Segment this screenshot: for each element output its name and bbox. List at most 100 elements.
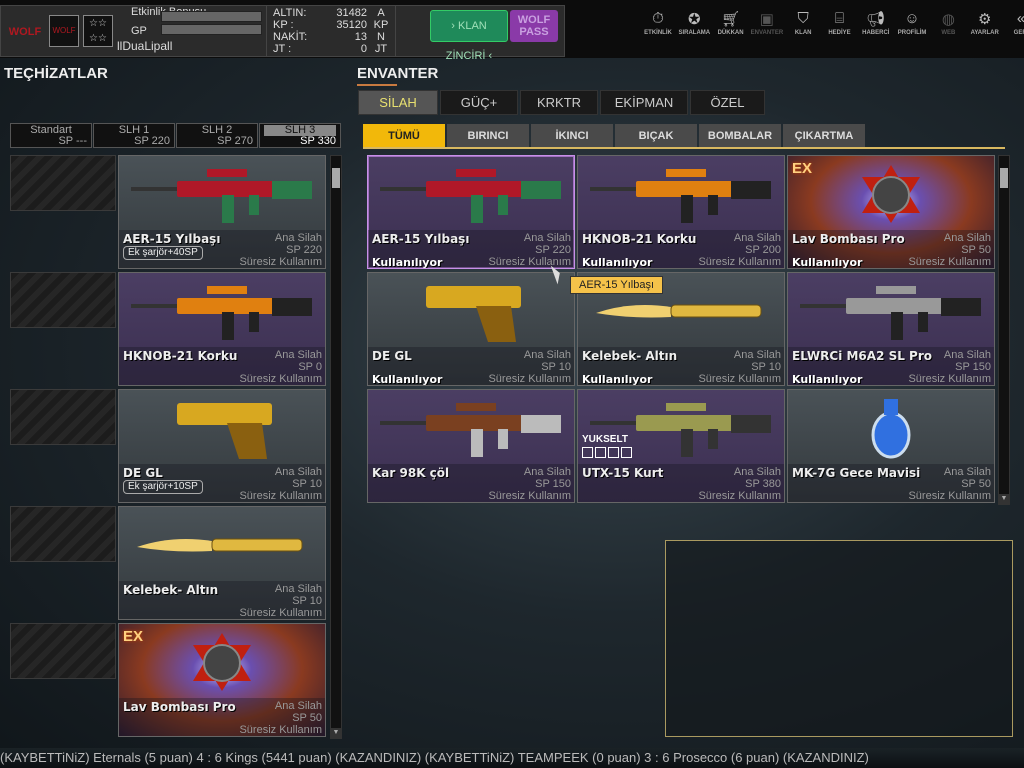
subtab-3[interactable]: BIÇAK: [615, 124, 697, 148]
subtab-2[interactable]: İKINCI: [531, 124, 613, 148]
inventory-scrollbar[interactable]: ▼: [998, 155, 1010, 505]
tab-2[interactable]: KRKTR: [520, 90, 598, 115]
tab-1[interactable]: GÜÇ+: [440, 90, 518, 115]
chest-icon: ▣: [759, 11, 774, 28]
empty-slot[interactable]: [10, 623, 116, 679]
title-underline: [357, 84, 397, 86]
gift-icon: ⌸: [834, 10, 844, 27]
empty-slot[interactable]: [10, 272, 116, 328]
currency-panel: ALTIN: 31482 A KP : 35120 KP NAKİT: 13 N JT…: [266, 6, 396, 56]
inventory-title: ENVANTER: [357, 65, 439, 82]
weapon-category: Ana Silah: [274, 232, 322, 244]
weapon-card[interactable]: HKNOB-21 Korku Ana Silah SP 0 Süresiz Ku…: [118, 272, 326, 386]
nav-medal[interactable]: ✪ SIRALAMA: [676, 10, 712, 36]
in-use-label: Kullanılıyor: [792, 373, 863, 386]
weapon-name: UTX-15 Kurt: [582, 466, 664, 480]
weapon-category: Ana Silah: [733, 349, 781, 361]
weapon-sp: SP 150: [535, 478, 571, 490]
nav-label: HEDİYE: [828, 30, 851, 36]
in-use-label: Kullanılıyor: [792, 256, 863, 269]
empty-slot[interactable]: [10, 389, 116, 445]
nav-chest[interactable]: ▣ ENVANTER: [749, 10, 785, 36]
currency-label: NAKİT:: [273, 31, 308, 43]
weapon-duration: Süresiz Kullanım: [239, 373, 322, 385]
loadout-sp: SP ---: [58, 135, 87, 147]
empty-slot[interactable]: [10, 506, 116, 562]
weapon-card[interactable]: AER-15 Yılbaşı Ana Silah SP 220 Süresiz …: [367, 155, 575, 269]
nav-megaphone[interactable]: 📢︎ HABERCİ: [858, 10, 894, 36]
weapon-name: Lav Bombası Pro: [123, 700, 236, 714]
nav-profile[interactable]: ☺ PROFİLİM: [894, 10, 930, 36]
weapon-duration: Süresiz Kullanım: [698, 490, 781, 502]
tab-0[interactable]: SİLAH: [358, 90, 438, 115]
weapon-sp: SP 10: [541, 361, 571, 373]
weapon-card[interactable]: EX Lav Bombası Pro Ana Silah SP 50 Süresi…: [787, 155, 995, 269]
weapon-category: Ana Silah: [733, 232, 781, 244]
tab-3[interactable]: EKİPMAN: [600, 90, 688, 115]
loadout-tab[interactable]: SLH 1 SP 220: [93, 123, 175, 148]
clan-emblem: WOLF: [49, 15, 79, 47]
weapon-card[interactable]: DE GL Ana Silah SP 10 Süresiz Kullanım Ek…: [118, 389, 326, 503]
loadout-tab[interactable]: SLH 3 SP 330: [259, 123, 341, 148]
shield-icon: ⛉: [797, 10, 809, 27]
weapon-card[interactable]: MK-7G Gece Mavisi Ana Silah SP 50 Süresi…: [787, 389, 995, 503]
weapon-card[interactable]: HKNOB-21 Korku Ana Silah SP 200 Süresiz …: [577, 155, 785, 269]
weapon-name: HKNOB-21 Korku: [582, 232, 697, 246]
currency-unit: A: [377, 7, 385, 19]
weapon-card[interactable]: DE GL Ana Silah SP 10 Süresiz Kullanım Ku…: [367, 272, 575, 386]
weapon-duration: Süresiz Kullanım: [908, 490, 991, 502]
weapon-image: [788, 156, 994, 232]
weapon-duration: Süresiz Kullanım: [488, 490, 571, 502]
weapon-duration: Süresiz Kullanım: [239, 607, 322, 619]
nav-stopwatch[interactable]: ⏱ ETKİNLİK: [640, 10, 676, 36]
loadout-sp: SP 220: [134, 135, 170, 147]
empty-slot[interactable]: [10, 155, 116, 211]
weapon-card[interactable]: ELWRCi M6A2 SL Pro Ana Silah SP 150 Süre…: [787, 272, 995, 386]
currency-value: 0: [360, 43, 367, 55]
tab-4[interactable]: ÖZEL: [690, 90, 765, 115]
weapon-card[interactable]: Kelebek- Altın Ana Silah SP 10 Süresiz K…: [118, 506, 326, 620]
klan-zinciri-button[interactable]: › KLAN ZİNCİRİ ‹: [430, 10, 508, 62]
weapon-sp: SP 200: [745, 244, 781, 256]
nav-label: AYARLAR: [970, 30, 999, 36]
left-scrollbar[interactable]: ▼: [330, 155, 342, 739]
nav-back[interactable]: « GERİ: [1003, 10, 1024, 36]
weapon-category: Ana Silah: [943, 349, 991, 361]
weapon-category: Ana Silah: [943, 466, 991, 478]
weapon-category: Ana Silah: [943, 232, 991, 244]
weapon-sp: SP 220: [286, 244, 322, 256]
weapon-name: Kar 98K çöl: [372, 466, 450, 480]
weapon-card[interactable]: Kar 98K çöl Ana Silah SP 150 Süresiz Kul…: [367, 389, 575, 503]
nav-gear[interactable]: ⚙ AYARLAR: [967, 10, 1003, 36]
extra-mag-badge: Ek şarjör+10SP: [123, 480, 203, 494]
subtab-5[interactable]: ÇIKARTMA: [783, 124, 865, 148]
nav-cart[interactable]: 🛒︎ DÜKKAN: [713, 10, 749, 36]
subtab-underline: [363, 147, 1005, 149]
weapon-image: [119, 390, 325, 466]
weapon-duration: Süresiz Kullanım: [908, 256, 991, 268]
username: llDuaLipall: [117, 39, 173, 53]
ex-badge: EX: [123, 628, 144, 645]
loadout-sp: SP 270: [217, 135, 253, 147]
back-icon: «: [1017, 10, 1024, 28]
weapon-duration: Süresiz Kullanım: [698, 256, 781, 268]
loadout-tab[interactable]: SLH 2 SP 270: [176, 123, 258, 148]
nav-shield[interactable]: ⛉ KLAN: [785, 10, 821, 36]
weapon-sp: SP 10: [751, 361, 781, 373]
subtab-1[interactable]: BIRINCI: [447, 124, 529, 148]
event-bonus-bar: [161, 11, 262, 22]
nav-label: PROFİLİM: [897, 30, 927, 36]
loadout-sp: SP 330: [300, 135, 336, 147]
weapon-card[interactable]: YUKSELT UTX-15 Kurt Ana Silah SP 380 Süre…: [577, 389, 785, 503]
weapon-card[interactable]: AER-15 Yılbaşı Ana Silah SP 220 Süresiz …: [118, 155, 326, 269]
cart-icon: 🛒︎: [721, 11, 741, 28]
nav-globe[interactable]: ◍ WEB: [930, 10, 966, 36]
wolf-pass-button[interactable]: WOLF PASS: [510, 10, 558, 42]
weapon-image: [119, 507, 325, 583]
weapon-name: DE GL: [372, 349, 412, 363]
subtab-0[interactable]: TÜMÜ: [363, 124, 445, 148]
weapon-card[interactable]: EX Lav Bombası Pro Ana Silah SP 50 Süresi…: [118, 623, 326, 737]
subtab-4[interactable]: BOMBALAR: [699, 124, 781, 148]
loadout-tab[interactable]: Standart SP ---: [10, 123, 92, 148]
nav-gift[interactable]: ⌸ HEDİYE: [822, 10, 858, 36]
